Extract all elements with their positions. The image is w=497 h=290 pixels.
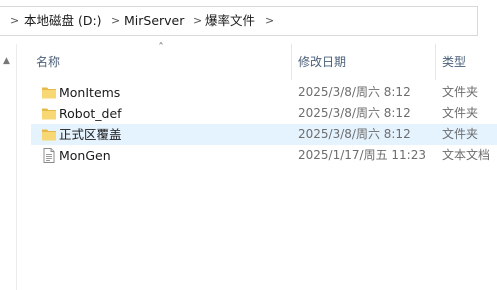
column-header-date[interactable]: 修改日期 bbox=[298, 44, 346, 80]
file-name: MonGen bbox=[59, 148, 111, 163]
breadcrumb-item-mirserver[interactable]: MirServer bbox=[124, 7, 184, 35]
file-type: 文件夹 bbox=[442, 85, 479, 99]
navigation-pane[interactable]: ▲ bbox=[0, 44, 17, 290]
folder-icon bbox=[42, 129, 56, 141]
file-name: MonItems bbox=[59, 85, 121, 100]
file-explorer-window: > 本地磁盘 (D:) > MirServer > 爆率文件 > ▲ ˆ 名称 … bbox=[0, 0, 497, 290]
text-document-icon bbox=[43, 148, 55, 163]
file-date: 2025/1/17/周五 11:23 bbox=[298, 148, 426, 162]
list-item[interactable]: Robot_def 2025/3/8/周六 8:12 文件夹 bbox=[31, 103, 497, 124]
file-type: 文件夹 bbox=[442, 127, 479, 141]
address-bar: > 本地磁盘 (D:) > MirServer > 爆率文件 > bbox=[0, 0, 497, 40]
breadcrumb[interactable]: > 本地磁盘 (D:) > MirServer > 爆率文件 > bbox=[0, 6, 478, 36]
scroll-up-arrow-icon[interactable]: ▲ bbox=[3, 56, 10, 66]
folder-icon bbox=[42, 108, 56, 120]
file-name: 正式区覆盖 bbox=[59, 127, 122, 142]
file-type: 文本文档 bbox=[442, 148, 491, 162]
breadcrumb-separator[interactable]: > bbox=[265, 7, 274, 35]
column-header: ˆ 名称 修改日期 类型 bbox=[17, 41, 497, 80]
breadcrumb-item-current[interactable]: 爆率文件 bbox=[205, 7, 255, 35]
list-item[interactable]: MonItems 2025/3/8/周六 8:12 文件夹 bbox=[31, 82, 497, 103]
breadcrumb-separator[interactable]: > bbox=[111, 7, 120, 35]
file-date: 2025/3/8/周六 8:12 bbox=[298, 106, 411, 120]
breadcrumb-separator[interactable]: > bbox=[193, 7, 202, 35]
folder-icon bbox=[42, 87, 56, 99]
column-divider[interactable] bbox=[291, 44, 292, 80]
list-item-selected[interactable]: 正式区覆盖 2025/3/8/周六 8:12 文件夹 bbox=[31, 124, 497, 145]
file-type: 文件夹 bbox=[442, 106, 479, 120]
file-name: Robot_def bbox=[59, 106, 122, 121]
list-item[interactable]: MonGen 2025/1/17/周五 11:23 文本文档 bbox=[31, 145, 497, 166]
sort-ascending-icon: ˆ bbox=[158, 41, 164, 55]
column-divider[interactable] bbox=[435, 44, 436, 80]
column-header-name[interactable]: 名称 bbox=[36, 44, 60, 80]
address-bar-edge bbox=[480, 6, 497, 36]
breadcrumb-item-drive[interactable]: 本地磁盘 (D:) bbox=[24, 7, 102, 35]
breadcrumb-root-chevron[interactable]: > bbox=[10, 7, 19, 35]
file-date: 2025/3/8/周六 8:12 bbox=[298, 85, 411, 99]
file-date: 2025/3/8/周六 8:12 bbox=[298, 127, 411, 141]
column-header-type[interactable]: 类型 bbox=[442, 44, 466, 80]
